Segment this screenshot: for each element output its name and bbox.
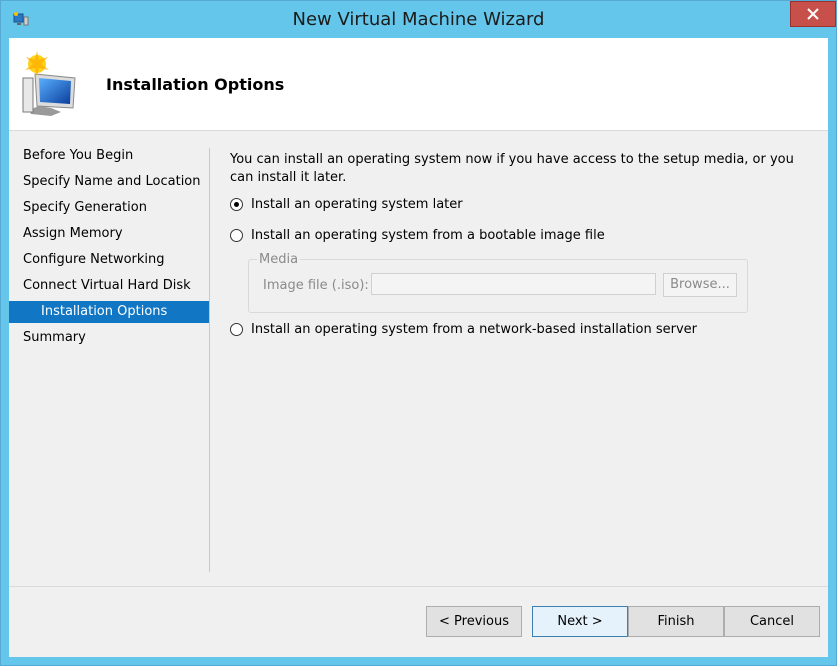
radio-install-later[interactable] [230,198,243,211]
finish-button[interactable]: Finish [628,606,724,637]
radio-install-from-network[interactable] [230,323,243,336]
next-button[interactable]: Next > [532,606,628,637]
virtual-machine-icon [21,50,83,116]
title-bar[interactable]: New Virtual Machine Wizard [1,1,836,38]
browse-button[interactable]: Browse... [663,273,737,297]
nav-item-connect-vhd[interactable]: Connect Virtual Hard Disk [9,273,209,299]
image-file-label: Image file (.iso): [263,278,369,293]
nav-item-summary[interactable]: Summary [9,325,209,351]
window-title: New Virtual Machine Wizard [292,9,545,30]
nav-item-installation-options[interactable]: Installation Options [9,301,209,323]
media-group: Media Image file (.iso): Browse... [248,252,748,313]
close-icon [807,8,819,20]
page-header: Installation Options [9,38,828,131]
option-install-from-image-label: Install an operating system from a boota… [251,228,605,243]
cancel-button[interactable]: Cancel [724,606,820,637]
nav-divider [209,148,210,572]
option-install-from-network-label: Install an operating system from a netwo… [251,322,697,337]
previous-button[interactable]: < Previous [426,606,522,637]
option-install-from-image[interactable]: Install an operating system from a boota… [230,228,605,243]
nav-item-before-you-begin[interactable]: Before You Begin [9,143,209,169]
wizard-nav: Before You Begin Specify Name and Locati… [9,143,209,351]
option-install-later-label: Install an operating system later [251,197,463,212]
nav-item-specify-name-location[interactable]: Specify Name and Location [9,169,209,195]
close-button[interactable] [790,1,836,27]
image-file-input[interactable] [371,273,656,295]
option-install-from-network[interactable]: Install an operating system from a netwo… [230,322,697,337]
wizard-client: Installation Options Before You Begin Sp… [9,38,828,657]
nav-item-specify-generation[interactable]: Specify Generation [9,195,209,221]
footer-divider [9,586,828,587]
media-legend: Media [257,252,301,267]
description-text: You can install an operating system now … [230,152,794,185]
wizard-window: New Virtual Machine Wizard Installation … [0,0,837,666]
radio-install-from-image[interactable] [230,229,243,242]
content-pane: You can install an operating system now … [230,151,810,337]
nav-item-assign-memory[interactable]: Assign Memory [9,221,209,247]
page-title: Installation Options [106,75,285,94]
nav-item-configure-networking[interactable]: Configure Networking [9,247,209,273]
option-install-later[interactable]: Install an operating system later [230,197,463,212]
